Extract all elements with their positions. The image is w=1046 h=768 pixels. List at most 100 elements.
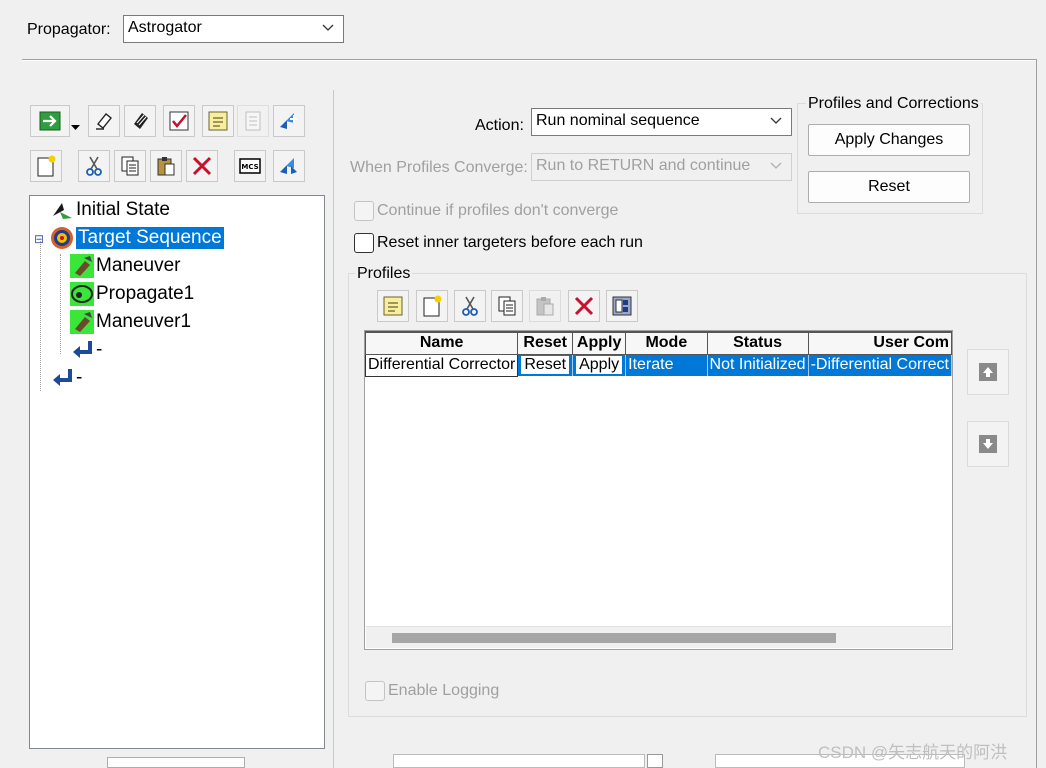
tree-item-label: Target Sequence [76, 227, 224, 249]
profile-cut-button[interactable] [454, 290, 486, 322]
cell-status: Not Initialized [707, 354, 809, 376]
segment-flow-button[interactable] [273, 150, 305, 182]
arrow-up-icon [979, 363, 997, 381]
cell-mode[interactable]: Iterate [625, 354, 708, 376]
start-time-field[interactable] [393, 754, 645, 768]
cell-apply[interactable]: Apply [572, 354, 627, 376]
bottom-button[interactable] [107, 757, 245, 768]
run-button[interactable] [30, 105, 70, 137]
tree-item-maneuver[interactable]: Maneuver [70, 253, 181, 279]
clear-button[interactable] [88, 105, 120, 137]
tree-item-target-sequence[interactable]: Target Sequence [50, 225, 224, 251]
mcs-icon: MCS [239, 158, 261, 174]
when-converge-select[interactable]: Run to RETURN and continue [531, 153, 792, 181]
maneuver-icon [70, 310, 94, 334]
return-icon [50, 366, 74, 390]
copy-button[interactable] [114, 150, 146, 182]
tree-item-label: Maneuver [96, 255, 181, 276]
start-time-checkbox[interactable] [647, 754, 663, 768]
column-header-name[interactable]: Name [365, 331, 519, 355]
profile-properties-button[interactable] [606, 290, 638, 322]
profile-new-button[interactable] [416, 290, 448, 322]
splitter[interactable] [333, 90, 334, 768]
notes-button[interactable] [202, 105, 234, 137]
tree-item-return-inner[interactable]: - [70, 337, 102, 363]
action-label: Action: [475, 117, 524, 134]
run-green-arrow-icon [39, 111, 61, 131]
tree-item-initial-state[interactable]: Initial State [50, 197, 170, 223]
new-button[interactable] [30, 150, 62, 182]
apply-changes-button[interactable]: Apply Changes [808, 124, 970, 156]
enable-logging-label: Enable Logging [388, 682, 500, 699]
column-header-reset[interactable]: Reset [517, 331, 574, 355]
paste-icon [157, 157, 175, 176]
cut-icon [462, 296, 478, 316]
mcs-button[interactable]: MCS [234, 150, 266, 182]
tree-item-label: Maneuver1 [96, 311, 192, 332]
tree-item-maneuver1[interactable]: Maneuver1 [70, 309, 191, 335]
chevron-down-icon [770, 162, 782, 169]
insert-segment-button[interactable] [273, 105, 305, 137]
initial-state-icon [50, 198, 74, 222]
reset-inner-checkbox[interactable] [354, 233, 374, 253]
profile-copy-button[interactable] [491, 290, 523, 322]
target-sequence-icon [50, 226, 74, 250]
cell-name[interactable]: Differential Corrector [365, 353, 519, 377]
collapse-expander[interactable]: ⊟ [34, 232, 44, 246]
continue-checkbox[interactable] [354, 201, 374, 221]
cell-user-comment[interactable]: -Differential Correct [808, 354, 952, 376]
column-header-status[interactable]: Status [706, 331, 809, 355]
when-converge-label: When Profiles Converge: [350, 159, 528, 176]
propagator-value: Astrogator [128, 19, 202, 36]
notes-icon [383, 296, 403, 316]
action-select[interactable]: Run nominal sequence [531, 108, 792, 136]
table-row[interactable]: Differential Corrector Reset Apply Itera… [365, 353, 952, 377]
paste-button[interactable] [150, 150, 182, 182]
tree-item-label: - [76, 367, 83, 388]
move-down-button[interactable] [967, 421, 1009, 467]
horizontal-scrollbar[interactable] [366, 626, 951, 648]
tree-item-label: Propagate1 [96, 283, 195, 304]
enable-logging-checkbox[interactable] [365, 681, 385, 701]
tree-item-label: - [96, 339, 103, 360]
summary-button[interactable] [237, 105, 269, 137]
move-up-button[interactable] [967, 349, 1009, 395]
row-apply-button[interactable]: Apply [575, 355, 624, 376]
column-header-apply[interactable]: Apply [572, 331, 627, 355]
chevron-down-icon [322, 24, 334, 31]
clear-all-button[interactable] [124, 105, 156, 137]
eraser-icon [96, 113, 112, 130]
profile-notes-button[interactable] [377, 290, 409, 322]
dropdown-caret-icon[interactable] [71, 118, 80, 136]
tree-item-propagate1[interactable]: Propagate1 [70, 281, 194, 307]
watermark: CSDN @矢志航天的阿洪 [818, 743, 1008, 762]
propagator-label: Propagator: [27, 21, 111, 38]
cut-button[interactable] [78, 150, 110, 182]
maneuver-icon [70, 254, 94, 278]
continue-label: Continue if profiles don't converge [377, 202, 619, 219]
new-icon [423, 295, 442, 317]
scrollbar-thumb[interactable] [392, 633, 836, 643]
profiles-corrections-title: Profiles and Corrections [806, 95, 981, 113]
profiles-grid[interactable]: Name Reset Apply Mode Status User Com Di… [364, 330, 953, 650]
reset-inner-label: Reset inner targeters before each run [377, 234, 643, 251]
cut-icon [86, 156, 102, 176]
check-button[interactable] [163, 105, 195, 137]
cell-reset[interactable]: Reset [517, 354, 574, 376]
paste-icon [536, 297, 554, 316]
reset-button[interactable]: Reset [808, 171, 970, 203]
row-reset-button[interactable]: Reset [520, 355, 571, 376]
copy-icon [498, 296, 516, 316]
delete-button[interactable] [186, 150, 218, 182]
propagator-select[interactable]: Astrogator [123, 15, 344, 43]
tree-item-return[interactable]: - [50, 365, 82, 391]
column-header-user-comment[interactable]: User Com [807, 331, 952, 355]
propagate-icon [70, 282, 94, 306]
profile-delete-button[interactable] [568, 290, 600, 322]
mcs-tree[interactable]: Initial State ⊟ Target Sequence Maneuver… [29, 195, 325, 749]
column-header-mode[interactable]: Mode [625, 331, 708, 355]
chevron-down-icon [770, 117, 782, 124]
insert-segment-icon [280, 113, 298, 129]
profile-paste-button[interactable] [529, 290, 561, 322]
when-converge-value: Run to RETURN and continue [536, 157, 751, 174]
